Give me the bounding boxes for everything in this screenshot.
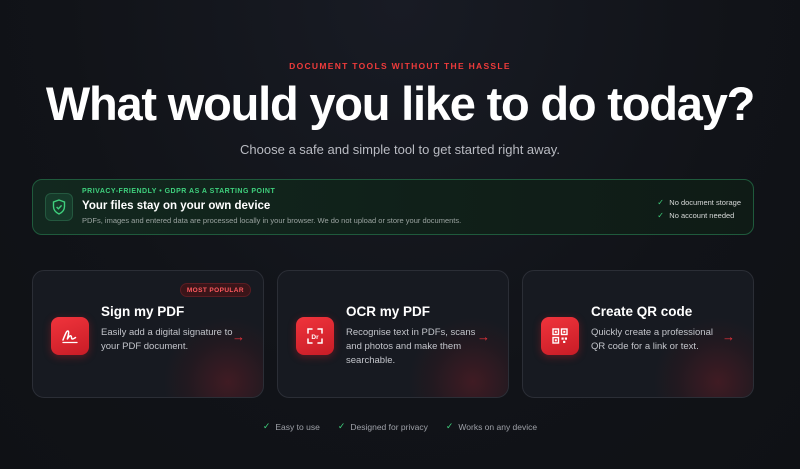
svg-text:Dr: Dr: [311, 334, 319, 341]
feature-item: ✓ Designed for privacy: [338, 421, 428, 432]
tool-title: Create QR code: [591, 304, 693, 319]
privacy-check-item: ✓ No account needed: [657, 209, 741, 222]
feature-label: Easy to use: [275, 421, 320, 432]
privacy-title: Your files stay on your own device: [82, 200, 271, 212]
tool-card-sign-pdf[interactable]: MOST POPULAR Sign my PDF Easily add a di…: [32, 270, 264, 398]
check-icon: ✓: [337, 421, 346, 431]
arrow-right-icon[interactable]: →: [232, 329, 245, 344]
privacy-check-label: No document storage: [669, 198, 741, 207]
page-title: What would you like to do today?: [45, 77, 756, 130]
arrow-right-icon[interactable]: →: [722, 329, 735, 344]
feature-item: ✓ Easy to use: [263, 421, 320, 432]
shield-check-icon: [45, 193, 73, 221]
arrow-right-icon[interactable]: →: [477, 329, 490, 344]
ocr-scan-icon: Dr: [296, 317, 334, 355]
feature-label: Designed for privacy: [350, 421, 428, 432]
tool-description: Recognise text in PDFs, scans and photos…: [346, 327, 476, 366]
privacy-description: PDFs, images and entered data are proces…: [82, 216, 462, 225]
page-subtitle: Choose a safe and simple tool to get sta…: [240, 142, 560, 157]
tool-description: Easily add a digital signature to your P…: [101, 327, 233, 352]
qr-code-icon: [541, 317, 579, 355]
tool-title: Sign my PDF: [101, 304, 185, 319]
feature-list: ✓ Easy to use ✓ Designed for privacy ✓ W…: [0, 421, 800, 432]
privacy-check-label: No account needed: [669, 211, 735, 220]
privacy-banner: PRIVACY-FRIENDLY • GDPR AS A STARTING PO…: [32, 179, 754, 235]
check-icon: ✓: [657, 211, 664, 220]
feature-item: ✓ Works on any device: [446, 421, 537, 432]
privacy-tag: PRIVACY-FRIENDLY • GDPR AS A STARTING PO…: [82, 188, 276, 195]
privacy-check-item: ✓ No document storage: [657, 196, 741, 209]
tool-description: Quickly create a professional QR code fo…: [591, 327, 713, 352]
tool-title: OCR my PDF: [346, 304, 431, 319]
hero-eyebrow: DOCUMENT TOOLS WITHOUT THE HASSLE: [289, 61, 511, 71]
check-icon: ✓: [445, 421, 454, 431]
tool-card-ocr-pdf[interactable]: Dr OCR my PDF Recognise text in PDFs, sc…: [277, 270, 509, 398]
feature-label: Works on any device: [458, 421, 538, 432]
signature-icon: [51, 317, 89, 355]
tool-card-qr-code[interactable]: Create QR code Quickly create a professi…: [522, 270, 754, 398]
check-icon: ✓: [262, 421, 271, 431]
privacy-checklist: ✓ No document storage ✓ No account neede…: [657, 196, 741, 222]
check-icon: ✓: [657, 198, 664, 207]
most-popular-badge: MOST POPULAR: [179, 283, 251, 297]
